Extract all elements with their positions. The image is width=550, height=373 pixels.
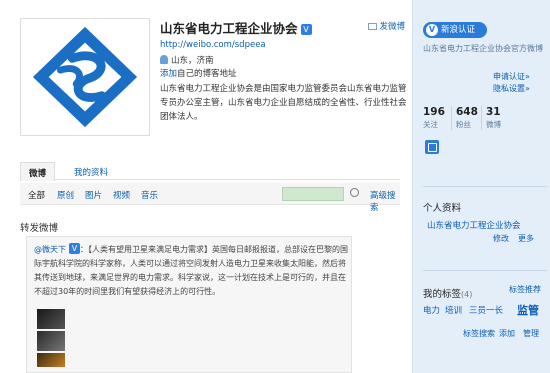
main-column: 山东省电力工程企业协会 V 发微博 http://weibo.com/sdpeea… (0, 0, 412, 373)
profile-url-link[interactable]: http://weibo.com/sdpeea (160, 40, 266, 50)
privacy-settings-link[interactable]: 隐私设置» (493, 83, 530, 94)
search-icon[interactable] (350, 188, 359, 197)
search-input[interactable] (282, 187, 344, 201)
repost-image[interactable] (37, 353, 65, 367)
tab-weibo[interactable]: 微博 (20, 162, 56, 181)
profile-header: 山东省电力工程企业协会 V 发微博 (160, 18, 405, 36)
envelope-icon (368, 23, 378, 30)
post-weibo-label: 发微博 (379, 22, 405, 32)
advanced-search-link[interactable]: 高级搜索 (370, 189, 400, 213)
repost-card: @微天下 V ：【人类有望用卫星来满足电力需求】英国每日邮报报道，总部设在巴黎的国际… (26, 236, 352, 373)
stat-following-count: 196 (423, 106, 445, 118)
tags-section-title: 我的标签(4) (423, 286, 472, 300)
stat-posts-label: 微博 (486, 120, 501, 129)
sina-verify-badge[interactable]: V 新浪认证 (423, 22, 487, 38)
more-profile-link[interactable]: 更多 (518, 233, 534, 244)
section-title: 转发微博 (20, 223, 59, 234)
repost-image[interactable] (37, 331, 65, 351)
page-title: 山东省电力工程企业协会 (160, 21, 298, 36)
tag-add-link[interactable]: 添加 (499, 328, 515, 339)
tag-item[interactable]: 培训 (445, 304, 462, 316)
tag-manage-link[interactable]: 管理 (523, 328, 539, 339)
stat-posts-count: 31 (486, 106, 501, 118)
verify-description: 山东省电力工程企业协会官方微博 (423, 44, 543, 53)
tags-count: (4) (461, 290, 473, 299)
repost-user-link[interactable]: @微天下 (34, 245, 66, 254)
blog-address-line: 添加自己的博客地址 (160, 67, 237, 79)
location: 山东，济南 (160, 54, 214, 66)
divider (423, 186, 547, 187)
add-blog-link[interactable]: 添加 (160, 69, 177, 79)
verify-icon: V (426, 24, 438, 36)
compose-icon[interactable] (425, 140, 439, 154)
stat-following[interactable]: 196 关注 (423, 106, 453, 130)
stat-posts[interactable]: 31 微博 (481, 106, 511, 130)
tab-my-profile[interactable]: 我的资料 (66, 162, 116, 180)
divider (423, 270, 547, 271)
tag-item[interactable]: 监管 (517, 302, 539, 318)
repost-text: @微天下 V ：【人类有望用卫星来满足电力需求】英国每日邮报报道，总部设在巴黎的国际… (34, 243, 349, 299)
apply-verify-link[interactable]: 申请认证» (493, 71, 530, 82)
sidebar: V 新浪认证 山东省电力工程企业协会官方微博 申请认证» 隐私设置» 196 关注… (412, 0, 550, 373)
tag-item[interactable]: 三员一长 (469, 304, 503, 316)
profile-tabs: 微博 我的资料 (20, 162, 400, 181)
stat-following-label: 关注 (423, 120, 438, 129)
blog-address-text: 自己的博客地址 (177, 69, 237, 79)
stat-followers-count: 648 (456, 106, 478, 118)
modify-profile-link[interactable]: 修改 (493, 233, 509, 244)
repost-image[interactable] (37, 309, 65, 329)
person-icon (160, 55, 168, 64)
tag-item[interactable]: 电力 (423, 304, 440, 316)
post-weibo-button[interactable]: 发微博 (368, 20, 405, 32)
filter-images[interactable]: 图片 (85, 189, 102, 201)
filter-all[interactable]: 全部 (28, 189, 45, 201)
filter-music[interactable]: 音乐 (141, 189, 158, 201)
association-logo-icon (21, 19, 149, 135)
filter-videos[interactable]: 视频 (113, 189, 130, 201)
tag-search-link[interactable]: 标签搜索 (463, 328, 495, 339)
verified-icon: V (300, 24, 312, 35)
location-text: 山东，济南 (171, 56, 214, 66)
verify-label: 新浪认证 (441, 25, 476, 35)
filter-original[interactable]: 原创 (57, 189, 74, 201)
profile-section-title: 个人资料 (423, 203, 462, 214)
verified-icon: V (69, 243, 80, 254)
tags-title-text: 我的标签 (423, 289, 462, 300)
stat-followers-label: 粉丝 (456, 120, 471, 129)
tag-list: 电力 培训 三员一长 监管 (423, 302, 550, 318)
tag-recommend-link[interactable]: 标签推荐 (509, 284, 541, 295)
profile-description: 山东省电力工程企业协会是由国家电力监管委员会山东省电力监管专员办公室主管，山东省… (160, 84, 407, 122)
profile-name-link[interactable]: 山东省电力工程企业协会 (427, 219, 521, 231)
feed-filter-bar: 全部 原创 图片 视频 音乐 高级搜索 (20, 183, 400, 213)
avatar[interactable] (20, 18, 150, 136)
repost-body: ：【人类有望用卫星来满足电力需求】英国每日邮报报道，总部设在巴黎的国际宇航科学院… (34, 245, 348, 296)
stat-followers[interactable]: 648 粉丝 (451, 106, 481, 130)
